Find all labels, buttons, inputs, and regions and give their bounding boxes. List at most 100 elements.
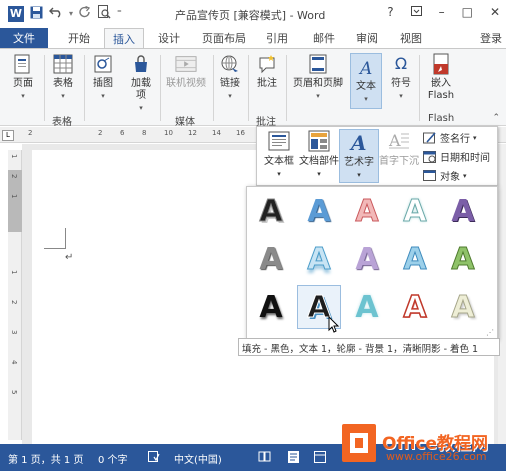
undo-icon[interactable] (49, 6, 63, 21)
sign-in-link[interactable]: 登录 (480, 30, 502, 46)
group-separator (419, 55, 420, 121)
wordart-style-cyan-glow[interactable]: A (345, 285, 389, 329)
save-icon[interactable] (30, 6, 43, 22)
link-dropdown-icon: ▾ (228, 92, 232, 100)
wordart-style-blue-fill[interactable]: A (297, 189, 341, 233)
wordart-style-teal-glow[interactable]: A (393, 189, 437, 233)
language-indicator[interactable]: 中文(中国) (174, 451, 222, 466)
ruler-tick: 1 (10, 270, 18, 275)
omega-icon: Ω (394, 54, 408, 73)
text-group-button[interactable]: A 文本 ▾ (350, 53, 382, 109)
comment-label: 批注 (257, 78, 277, 89)
svg-text:A: A (358, 59, 372, 77)
wordart-style-blue-reflection[interactable]: A (297, 237, 341, 281)
tab-view[interactable]: 视图 (400, 30, 422, 46)
object-button[interactable]: 对象 ▾ (423, 168, 467, 183)
wordart-style-black-shadow[interactable]: A (249, 285, 293, 329)
close-button[interactable]: ✕ (490, 5, 500, 19)
addins-dropdown-icon: ▾ (139, 104, 143, 112)
embed-flash-button[interactable]: 嵌入 Flash (422, 53, 460, 102)
header-footer-dropdown-icon: ▾ (316, 92, 320, 100)
tab-review[interactable]: 审阅 (356, 30, 378, 46)
textbox-button[interactable]: 文本框 ▾ (259, 129, 299, 180)
text-dropdown-panel: 文本框 ▾ 文档部件 ▾ A 艺术字 ▾ A 首字下沉 签名行 ▾ 日期和时间 … (256, 126, 498, 186)
store-icon (130, 53, 152, 75)
window-title: 产品宣传页 [兼容模式] - Word (175, 9, 326, 22)
page-count[interactable]: 第 1 页，共 1 页 (8, 451, 83, 466)
group-separator (84, 55, 85, 121)
tab-stop-selector[interactable]: L (2, 130, 14, 141)
title-bar: W ▾ ⁼ 产品宣传页 [兼容模式] - Word ? – □ ✕ (0, 0, 506, 28)
signature-line-button[interactable]: 签名行 ▾ (423, 130, 477, 145)
ruler-tick: 12 (188, 129, 197, 137)
wordart-style-tooltip: 填充 - 黑色，文本 1，轮廓 - 背景 1，清晰阴影 - 着色 1 (238, 338, 500, 356)
collapse-ribbon-icon[interactable]: ⌃ (492, 113, 500, 123)
dropcap-button[interactable]: A 首字下沉 (379, 129, 419, 168)
tab-design[interactable]: 设计 (158, 30, 180, 46)
read-mode-icon[interactable] (258, 451, 271, 465)
word-count[interactable]: 0 个字 (98, 451, 128, 466)
ruler-tick: 14 (212, 129, 221, 137)
office26-watermark-logo: Office教程网 www.office26.com (320, 416, 506, 471)
word-window: W ▾ ⁼ 产品宣传页 [兼容模式] - Word ? – □ ✕ 文件 开始 … (0, 0, 506, 471)
customize-qat-icon[interactable]: ⁼ (117, 9, 122, 19)
vertical-ruler[interactable]: 1 2 1 1 2 3 4 5 (8, 150, 22, 440)
flash-icon (430, 53, 452, 75)
wordart-style-red-outline[interactable]: A (345, 189, 389, 233)
gallery-resize-grip-icon[interactable]: ⋰ (486, 328, 494, 337)
print-preview-icon[interactable] (98, 5, 111, 22)
margin-marker (44, 248, 66, 249)
textbox-icon (267, 129, 291, 153)
ruler-tick: 5 (10, 390, 18, 395)
undo-dropdown-icon[interactable]: ▾ (69, 9, 73, 18)
wordart-style-purple-fill[interactable]: A (441, 189, 485, 233)
wordart-style-red-outline-white[interactable]: A (393, 285, 437, 329)
illustrations-button[interactable]: 插图 ▾ (88, 53, 118, 102)
embed-flash-label: 嵌入 Flash (427, 78, 455, 101)
wordart-style-lavender-fill[interactable]: A (345, 237, 389, 281)
tab-home[interactable]: 开始 (68, 30, 90, 46)
ribbon-display-options-icon[interactable] (410, 5, 422, 19)
wordart-label: 艺术字 (344, 157, 374, 168)
vertical-scrollbar[interactable] (498, 144, 506, 444)
tab-references[interactable]: 引用 (266, 30, 288, 46)
quickparts-button[interactable]: 文档部件 ▾ (299, 129, 339, 180)
wordart-style-green-bevel[interactable]: A (441, 237, 485, 281)
maximize-button[interactable]: □ (462, 5, 473, 19)
wordart-style-light-blue-outline[interactable]: A (393, 237, 437, 281)
group-separator (160, 55, 161, 121)
proofing-icon[interactable] (148, 451, 160, 465)
online-video-button[interactable]: 联机视频 (162, 53, 210, 90)
symbols-button[interactable]: Ω 符号 ▾ (386, 53, 416, 102)
ruler-tick: 1 (10, 154, 18, 159)
comment-button[interactable]: 批注 (252, 53, 282, 90)
ruler-margin (8, 170, 22, 232)
table-dropdown-icon: ▾ (61, 92, 65, 100)
print-layout-icon[interactable] (288, 451, 299, 466)
wordart-gallery: A A A A A A A A A A A A A A A ⋰ (246, 186, 498, 340)
addins-button[interactable]: 加载 项 ▾ (124, 53, 158, 114)
ruler-tick: 2 (10, 174, 18, 179)
group-separator (248, 55, 249, 121)
datetime-button[interactable]: 日期和时间 (423, 149, 490, 164)
link-button[interactable]: 链接 ▾ (216, 53, 244, 102)
ruler-tick: 10 (164, 129, 173, 137)
ruler-tick: 16 (236, 129, 245, 137)
tab-insert[interactable]: 插入 (104, 28, 144, 49)
wordart-style-cream-shadow[interactable]: A (441, 285, 485, 329)
help-button[interactable]: ? (387, 5, 393, 19)
group-label-flash: Flash (428, 113, 455, 124)
tab-file[interactable]: 文件 (0, 28, 48, 48)
table-button[interactable]: 表格 ▾ (48, 53, 78, 102)
wordart-button[interactable]: A 艺术字 ▾ (339, 129, 379, 183)
wordart-style-gray-fill[interactable]: A (249, 237, 293, 281)
tab-layout[interactable]: 页面布局 (202, 30, 246, 46)
wordart-style-black-fill[interactable]: A (249, 189, 293, 233)
pages-button[interactable]: 页面 ▾ (8, 53, 38, 102)
tab-mailings[interactable]: 邮件 (313, 30, 335, 46)
minimize-button[interactable]: – (439, 5, 445, 19)
text-label: 文本 (356, 81, 376, 92)
redo-icon[interactable] (79, 5, 92, 22)
svg-text:A: A (388, 131, 401, 150)
header-footer-button[interactable]: 页眉和页脚 ▾ (290, 53, 346, 102)
